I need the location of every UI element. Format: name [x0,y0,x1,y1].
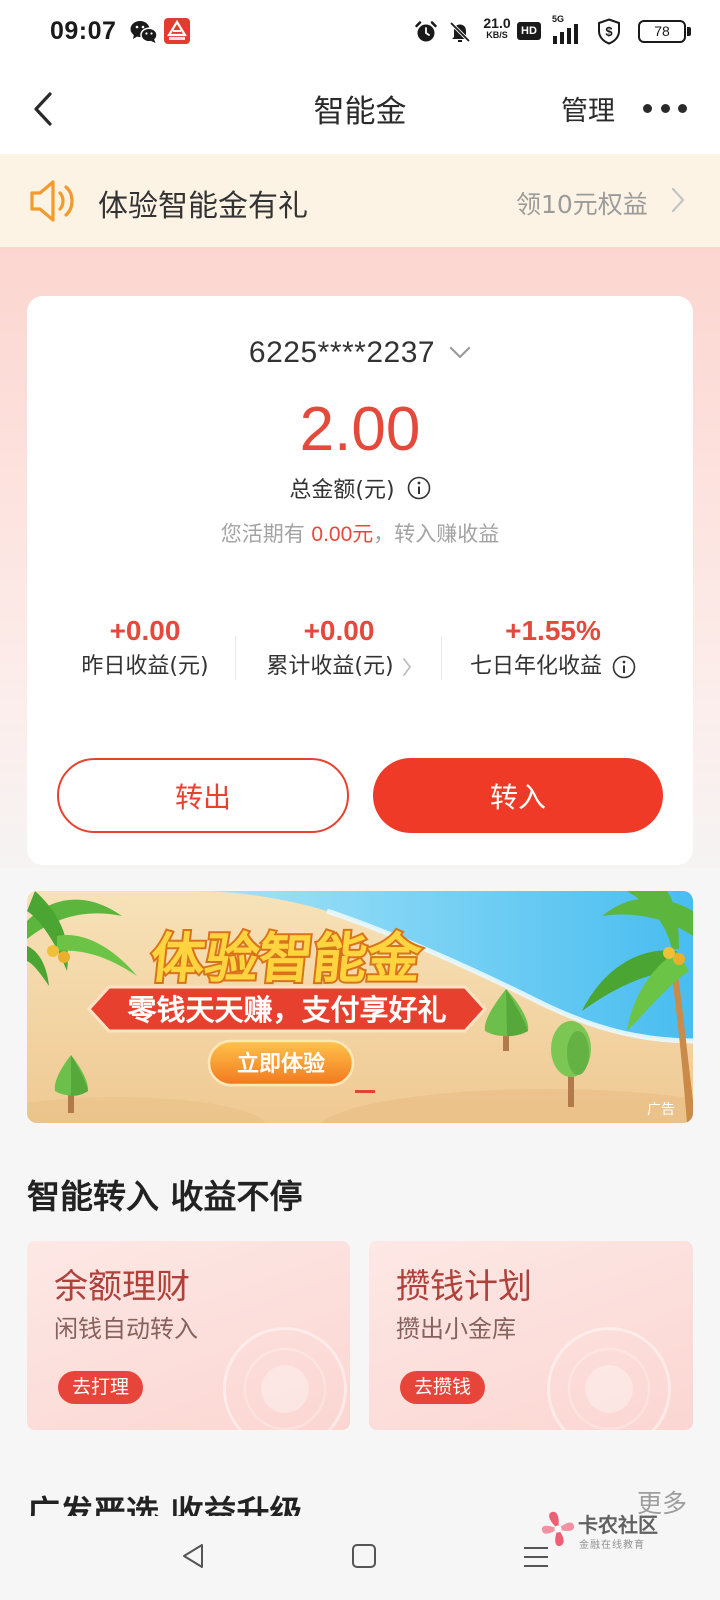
card-decoration [547,1327,671,1430]
watermark-tagline: 金融在线教育 [579,1540,645,1551]
savings-plan-card[interactable]: 攒钱计划 攒出小金库 去攒钱 [369,1241,693,1430]
chevron-right-icon [402,657,412,677]
card-title: 余额理财 [54,1267,190,1307]
wechat-icon [130,20,158,48]
transfer-out-button[interactable]: 转出 [57,758,349,833]
card-decoration [223,1327,347,1430]
balance-tip: 您活期有 0.00元，转入赚收益 [27,518,693,548]
total-label: 总金额(元) [289,478,395,503]
status-bar: 09:07 21.0 KB/S HD 5G $ 78 [0,0,720,64]
card-title: 攒钱计划 [396,1267,532,1307]
card-selector[interactable]: 6225****2237 [27,336,693,370]
svg-text:$: $ [605,24,613,39]
speed-unit: KB/S [486,30,508,40]
stat-seven-day-yield: +1.55% 七日年化收益 [443,614,663,682]
top-bar: 智能金 管理 [0,64,720,154]
carousel-indicator [355,1090,375,1093]
info-icon[interactable] [407,476,431,500]
battery-cap [687,27,691,36]
stat-divider [441,636,442,680]
bell-off-icon [448,20,472,48]
ad-illustration: 体验智能金 零钱天天赚，支付享好礼 立即体验 广告 [27,891,693,1123]
alarm-icon [414,20,438,48]
section-title: 智能转入 收益不停 [27,1177,303,1216]
stat-label: 七日年化收益 [469,654,602,679]
stat-value: +1.55% [505,615,601,646]
signal-icon: 5G [552,14,584,44]
total-amount: 2.00 [299,395,421,464]
total-label-row: 总金额(元) [27,472,693,504]
card-subtitle: 闲钱自动转入 [54,1315,198,1343]
account-card: 6225****2237 2.00 总金额(元) 您活期有 0.00元，转入赚收… [27,296,693,865]
speaker-icon [29,178,79,228]
app-icon [164,18,190,48]
stat-label: 昨日收益(元) [81,654,209,679]
promo-notice-bar[interactable]: 体验智能金有礼 领10元权益 [0,154,720,247]
status-time: 09:07 [50,17,117,45]
page-title: 智能金 [313,94,407,130]
speed-value: 21.0 [483,15,511,31]
stat-cumulative[interactable]: +0.00 累计收益(元) [241,614,437,682]
network-speed: 21.0 KB/S [480,16,514,40]
hd-badge: HD [517,22,541,40]
ad-slogan: 零钱天天赚，支付享好礼 [127,993,446,1027]
card-subtitle: 攒出小金库 [396,1315,516,1343]
stat-yesterday: +0.00 昨日收益(元) [57,614,233,682]
manage-button[interactable]: 管理 [561,89,615,128]
stat-value: +0.00 [303,615,375,646]
tip-suffix: ，转入赚收益 [373,522,500,546]
stat-divider [235,636,236,680]
save-button[interactable]: 去攒钱 [400,1371,486,1404]
nav-home-icon[interactable] [351,1543,377,1573]
ad-headline: 体验智能金 [148,927,425,990]
transfer-in-button[interactable]: 转入 [373,758,663,833]
stat-value: +0.00 [109,615,181,646]
watermark-icon [540,1510,576,1552]
notice-link[interactable]: 领10元权益 [516,185,648,221]
balance-finance-card[interactable]: 余额理财 闲钱自动转入 去打理 [27,1241,350,1430]
tip-amount: 0.00元 [311,523,374,546]
chevron-down-icon [449,346,471,360]
card-number: 6225****2237 [248,336,436,369]
nav-back-icon[interactable] [180,1542,206,1574]
watermark-name: 卡农社区 [578,1513,658,1537]
tip-prefix: 您活期有 [220,522,305,546]
watermark-logo: 卡农社区 金融在线教育 [540,1506,700,1552]
network-label: 5G [552,14,565,24]
ad-banner[interactable]: 体验智能金 零钱天天赚，支付享好礼 立即体验 广告 [27,891,693,1123]
battery-icon: 78 [638,20,686,43]
ad-cta-label: 立即体验 [237,1051,325,1077]
back-icon[interactable] [30,91,56,131]
stat-label: 累计收益(元) [266,654,394,679]
shield-icon: $ [597,18,621,49]
notice-text: 体验智能金有礼 [98,189,308,224]
chevron-right-icon [671,187,685,217]
info-icon[interactable] [612,655,636,679]
ad-tag: 广告 [647,1102,675,1118]
manage-button[interactable]: 去打理 [58,1371,144,1404]
more-icon[interactable] [643,104,687,114]
